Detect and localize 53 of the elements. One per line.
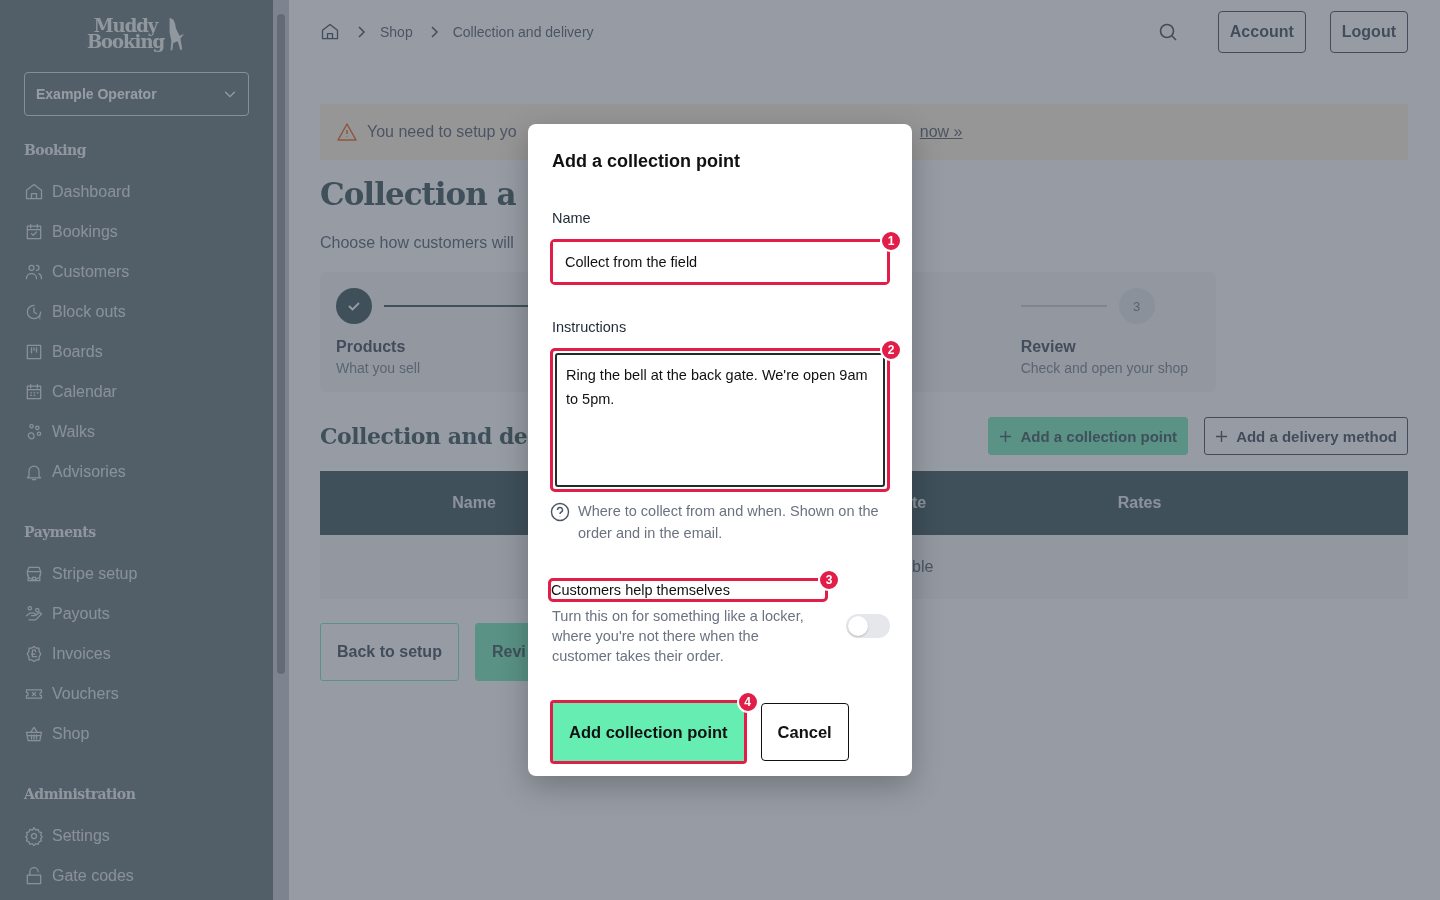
nav-item[interactable]: Settings [24,816,249,856]
marker-badge: 3 [818,569,840,591]
marker-badge: 2 [880,339,902,361]
nav-item[interactable]: Walks [24,412,249,452]
nav-item[interactable]: Calendar [24,372,249,412]
nav-item[interactable]: Bookings [24,212,249,252]
page-title: Collection a [320,176,516,214]
breadcrumb-link[interactable]: Collection and delivery [452,24,594,40]
nav-item[interactable]: Stripe setup [24,554,249,594]
text-area[interactable]: Ring the bell at the back gate. We're open 9am to 5pm. [555,353,885,487]
text-field[interactable]: Collect from the field [553,242,887,282]
page-subtitle: Choose how customers will [320,234,514,253]
column-header: Rates [1117,494,1162,511]
nav-item[interactable]: Payouts [24,594,249,634]
logo: Muddy Booking [24,14,249,54]
empty-message: ble [912,558,934,576]
section-heading: Payments [24,524,97,542]
help-text: Where to collect from and when. Shown on the order and in the email. [578,502,880,543]
nav-item[interactable]: Advisories [24,452,249,492]
section-heading: Administration [24,786,137,804]
step-description: Check and open your shop [1020,360,1188,376]
marker-badge: 4 [736,691,759,713]
banner-link[interactable]: now » [919,123,963,141]
column-header: te [912,494,927,511]
field-label: Instructions [552,319,628,335]
nav-item[interactable]: Customers [24,252,249,292]
modal-title: Add a collection point [552,150,741,172]
nav-item[interactable]: Dashboard [24,172,249,212]
section-title: Collection and de [320,423,528,449]
header-button[interactable]: Logout [1329,11,1408,53]
toggle-description: Turn this on for something like a locker, where you're not there when the customer takes their order. [552,607,805,666]
cancel-button[interactable]: Cancel [760,703,849,761]
nav-item[interactable]: Invoices [24,634,249,674]
field-label: Name [552,210,592,226]
nav-item[interactable]: Block outs [24,292,249,332]
step-description: What you sell [336,360,422,376]
operator-select[interactable]: Example Operator [24,72,249,116]
nav-item[interactable]: Boards [24,332,249,372]
banner-text: You need to setup yo [367,123,517,141]
section-heading: Booking [24,142,88,160]
add-button[interactable]: Add a collection point [988,417,1189,455]
add-button[interactable]: Add a delivery method [1204,417,1408,455]
step-title: Review [1020,338,1077,356]
footer-button[interactable]: Back to setup [320,623,459,681]
nav-item[interactable]: Vouchers [24,674,249,714]
column-header: Name [452,494,496,511]
marker-badge: 1 [880,230,902,252]
submit-button[interactable]: Add collection point [553,703,744,761]
header-button[interactable]: Account [1217,11,1306,53]
nav-item[interactable]: Shop [24,714,249,754]
nav-item[interactable]: Gate codes [24,856,249,896]
step-title: Products [336,338,407,356]
breadcrumb-link[interactable]: Shop [380,24,413,40]
